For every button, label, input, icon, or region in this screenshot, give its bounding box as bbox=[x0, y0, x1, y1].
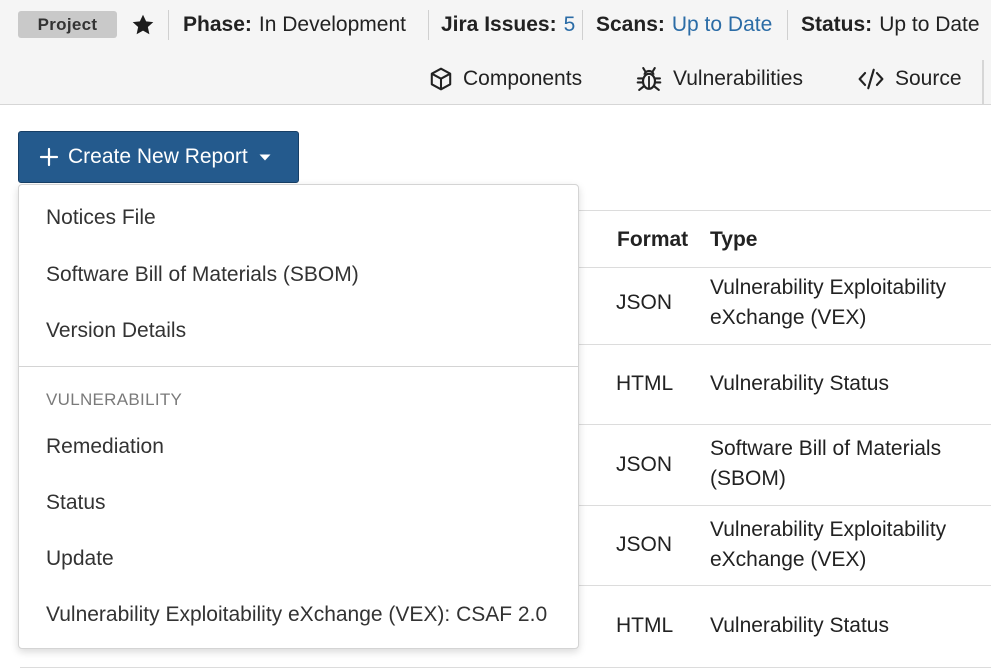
scans-link[interactable]: Up to Date bbox=[672, 13, 772, 37]
star-icon[interactable] bbox=[130, 12, 156, 38]
divider bbox=[168, 10, 169, 40]
create-new-report-label: Create New Report bbox=[68, 145, 248, 168]
format-cell: JSON bbox=[616, 291, 673, 314]
menu-item-version-details[interactable]: Version Details bbox=[46, 319, 186, 343]
type-cell: Vulnerability Exploitability eXchange (V… bbox=[710, 518, 947, 571]
code-icon bbox=[858, 68, 884, 90]
tab-components[interactable]: Components bbox=[428, 64, 582, 94]
status-field: Status: Up to Date bbox=[801, 11, 980, 39]
create-new-report-button[interactable]: Create New Report bbox=[18, 131, 299, 183]
bug-icon bbox=[636, 67, 662, 91]
jira-label: Jira Issues: bbox=[441, 13, 557, 36]
project-badge: Project bbox=[18, 11, 117, 38]
format-column-header[interactable]: Format bbox=[617, 228, 688, 252]
type-cell: Vulnerability Status bbox=[710, 372, 889, 395]
format-cell: JSON bbox=[616, 453, 673, 476]
phase-value: In Development bbox=[258, 13, 406, 36]
menu-section-header-vulnerability: VULNERABILITY bbox=[46, 390, 183, 409]
scans-field: Scans: Up to Date bbox=[596, 11, 772, 39]
cube-icon bbox=[430, 67, 452, 91]
plus-icon bbox=[39, 147, 59, 167]
caret-down-icon bbox=[259, 154, 271, 161]
menu-item-status[interactable]: Status bbox=[46, 491, 106, 515]
scans-label: Scans: bbox=[596, 13, 665, 36]
menu-item-vex-csaf[interactable]: Vulnerability Exploitability eXchange (V… bbox=[46, 603, 547, 627]
type-cell: Vulnerability Exploitability eXchange (V… bbox=[710, 276, 947, 329]
project-meta-bar: Project Phase: In Development Jira Issue… bbox=[0, 0, 991, 52]
tab-vulnerabilities-label: Vulnerabilities bbox=[673, 67, 803, 90]
status-label: Status: bbox=[801, 13, 873, 36]
type-cell: Vulnerability Status bbox=[710, 614, 889, 637]
menu-item-update[interactable]: Update bbox=[46, 547, 114, 571]
format-cell: HTML bbox=[616, 614, 674, 637]
tab-vulnerabilities[interactable]: Vulnerabilities bbox=[634, 64, 803, 94]
menu-item-notices-file[interactable]: Notices File bbox=[46, 206, 156, 230]
phase-label: Phase: bbox=[183, 13, 252, 36]
type-cell: Software Bill of Materials (SBOM) bbox=[710, 437, 942, 490]
menu-divider bbox=[19, 366, 578, 367]
status-value: Up to Date bbox=[879, 13, 980, 36]
menu-item-sbom[interactable]: Software Bill of Materials (SBOM) bbox=[46, 263, 359, 287]
phase-field: Phase: In Development bbox=[183, 11, 406, 39]
divider bbox=[582, 10, 583, 40]
tab-source-label: Source bbox=[895, 67, 962, 90]
divider bbox=[787, 10, 788, 40]
create-report-dropdown-menu: Notices File Software Bill of Materials … bbox=[18, 184, 579, 649]
jira-field: Jira Issues: 5 bbox=[441, 11, 575, 39]
format-cell: JSON bbox=[616, 533, 673, 556]
tab-components-label: Components bbox=[463, 67, 583, 90]
jira-issues-link[interactable]: 5 bbox=[564, 13, 576, 37]
menu-item-remediation[interactable]: Remediation bbox=[46, 435, 164, 459]
tab-bar: Components Vulnerabilities Source bbox=[0, 52, 991, 105]
divider bbox=[428, 10, 429, 40]
tab-source[interactable]: Source bbox=[856, 64, 962, 94]
tab-divider bbox=[982, 60, 984, 104]
type-column-header[interactable]: Type bbox=[710, 228, 757, 252]
format-cell: HTML bbox=[616, 372, 674, 395]
